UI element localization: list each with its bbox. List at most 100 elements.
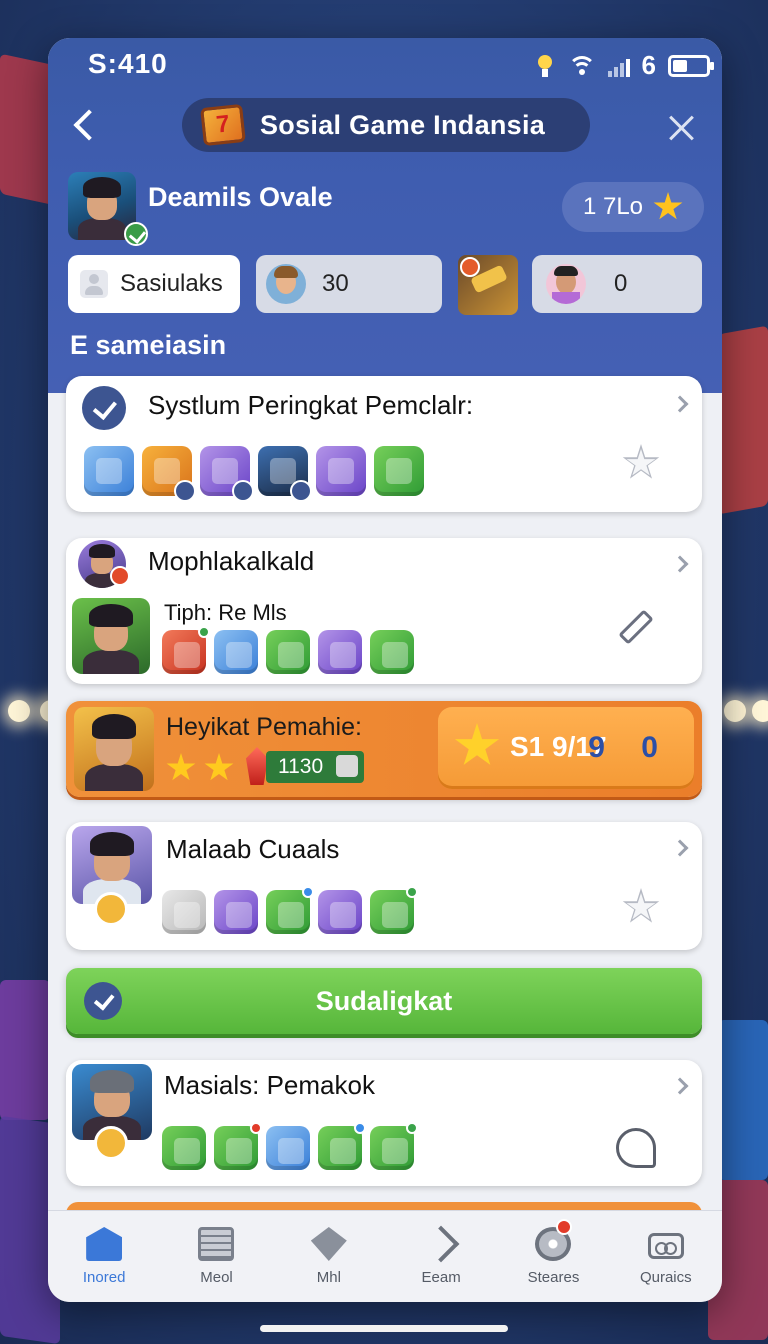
chevron-right-icon bbox=[671, 555, 689, 573]
count-a: 30 bbox=[322, 270, 349, 297]
favorite-star-icon[interactable] bbox=[622, 444, 660, 479]
food-item-icon bbox=[162, 1126, 206, 1170]
chevron-right-icon bbox=[671, 839, 689, 857]
pencil-icon[interactable] bbox=[618, 609, 654, 645]
tab-home[interactable]: Inored bbox=[48, 1211, 160, 1302]
avatar bbox=[74, 707, 154, 791]
battery-icon bbox=[668, 54, 714, 77]
character-item-icon bbox=[200, 446, 254, 502]
section-label: E sameiasin bbox=[70, 330, 227, 360]
friends-count-chip[interactable]: 30 bbox=[256, 255, 442, 313]
chevron-right-icon bbox=[671, 395, 689, 413]
treasure-icon[interactable] bbox=[458, 255, 518, 315]
potion-item-icon bbox=[318, 630, 362, 674]
cube-item-icon bbox=[318, 890, 362, 934]
block-item-icon bbox=[162, 626, 210, 674]
profile-row: Deamils Ovale 1 7Lo bbox=[48, 166, 722, 246]
cube-item-icon bbox=[266, 1126, 310, 1170]
item-row bbox=[162, 886, 418, 934]
bomb-item-icon bbox=[266, 886, 314, 934]
reward-button[interactable]: S1 9/17 9 0 bbox=[438, 707, 694, 789]
notification-dot-icon bbox=[110, 566, 130, 586]
home-icon bbox=[86, 1227, 123, 1261]
cube-item-icon bbox=[316, 446, 366, 496]
tab-label: Inored bbox=[82, 1269, 126, 1286]
card-title: Mophlakalkald bbox=[148, 546, 315, 576]
close-icon[interactable] bbox=[668, 114, 696, 142]
tab-team[interactable]: Eeam bbox=[385, 1211, 497, 1302]
nav-bar: 7 Sosial Game Indansia bbox=[48, 96, 722, 156]
featured-player-row[interactable]: Heyikat Pemahie: 1130 S1 9/17 9 0 bbox=[66, 701, 702, 797]
tab-quests[interactable]: Quraics bbox=[610, 1211, 722, 1302]
sword-item-icon bbox=[84, 446, 134, 496]
star-icon bbox=[204, 753, 234, 781]
home-indicator[interactable] bbox=[260, 1325, 508, 1332]
helmet-icon[interactable] bbox=[616, 1128, 656, 1168]
tab-label: Eeam bbox=[421, 1269, 461, 1286]
stats-row: Sasiulaks 30 0 bbox=[48, 255, 722, 315]
player-avatar bbox=[546, 264, 586, 304]
machine-item-icon bbox=[214, 1122, 262, 1170]
user-icon bbox=[80, 270, 108, 298]
cannon-item-icon bbox=[266, 630, 310, 674]
phone-screen: S:410 6 7 Sosial Game Indansia Deamils O… bbox=[48, 38, 722, 1302]
cube-item-icon bbox=[370, 630, 414, 674]
player-item-icon bbox=[258, 446, 312, 502]
favorite-star-icon[interactable] bbox=[622, 888, 660, 923]
gamepad-icon bbox=[647, 1233, 684, 1259]
confirm-button-label: Sudaligkat bbox=[315, 986, 453, 1016]
header-area: S:410 6 7 Sosial Game Indansia Deamils O… bbox=[48, 38, 722, 393]
user-chip[interactable]: Sasiulaks bbox=[68, 255, 240, 313]
status-time: S:410 bbox=[88, 48, 168, 79]
avatar bbox=[72, 598, 150, 674]
check-icon bbox=[82, 386, 126, 430]
cube-item-icon bbox=[374, 446, 424, 496]
verified-icon bbox=[124, 222, 148, 246]
treasure-item-icon bbox=[142, 446, 196, 502]
dice-icon bbox=[336, 755, 358, 777]
tab-label: Mhl bbox=[316, 1269, 341, 1286]
stack-icon bbox=[198, 1227, 235, 1261]
rank-medal-icon bbox=[94, 892, 128, 926]
drill-item-icon bbox=[370, 1122, 418, 1170]
drill-item-icon bbox=[370, 886, 418, 934]
notification-bulb-icon bbox=[534, 53, 556, 79]
list-item[interactable]: Mophlakalkald Tiph: Re Mls bbox=[66, 538, 702, 684]
tab-stores[interactable]: Steares bbox=[497, 1211, 609, 1302]
level-badge[interactable]: 1 7Lo bbox=[562, 182, 704, 232]
count-b: 0 bbox=[614, 270, 628, 297]
star-icon bbox=[166, 753, 196, 781]
back-icon[interactable] bbox=[68, 104, 108, 148]
title-pill: 7 Sosial Game Indansia bbox=[182, 98, 590, 152]
tab-label: Steares bbox=[527, 1269, 580, 1286]
card-title: Malaab Cuaals bbox=[166, 834, 340, 864]
tab-shield[interactable]: Mhl bbox=[273, 1211, 385, 1302]
background-block bbox=[0, 980, 50, 1120]
featured-title: Heyikat Pemahie: bbox=[166, 713, 362, 741]
list-item[interactable]: Masials: Pemakok bbox=[66, 1060, 702, 1186]
list-item[interactable]: Systlum Peringkat Pemclalr: bbox=[66, 376, 702, 512]
star-icon bbox=[454, 723, 500, 765]
chevron-right-icon bbox=[671, 1077, 689, 1095]
notification-badge bbox=[555, 1219, 572, 1235]
tab-label: Quraics bbox=[639, 1269, 692, 1286]
bottom-nav: Inored Meol Mhl Eeam Steares Quraics bbox=[48, 1210, 722, 1302]
tab-menu[interactable]: Meol bbox=[160, 1211, 272, 1302]
background-banner bbox=[718, 325, 768, 515]
machine-item-icon bbox=[214, 890, 258, 934]
status-icons: 6 bbox=[534, 50, 714, 81]
reward-number: 9 0 bbox=[588, 731, 672, 764]
list-item[interactable]: Malaab Cuaals bbox=[66, 822, 702, 950]
level-value: 1 7Lo bbox=[582, 193, 644, 220]
item-row bbox=[162, 626, 414, 674]
profile-name: Deamils Ovale bbox=[148, 182, 333, 212]
star-icon bbox=[653, 192, 683, 220]
confirm-button[interactable]: Sudaligkat bbox=[66, 968, 702, 1034]
card-subtitle: Tiph: Re Mls bbox=[164, 600, 287, 625]
status-number: 6 bbox=[641, 50, 656, 80]
user-chip-label: Sasiulaks bbox=[120, 270, 223, 297]
rivals-count-chip[interactable]: 0 bbox=[532, 255, 702, 313]
item-row bbox=[162, 1122, 418, 1170]
share-arrow-icon bbox=[422, 1225, 460, 1263]
page-title: Sosial Game Indansia bbox=[260, 109, 546, 140]
